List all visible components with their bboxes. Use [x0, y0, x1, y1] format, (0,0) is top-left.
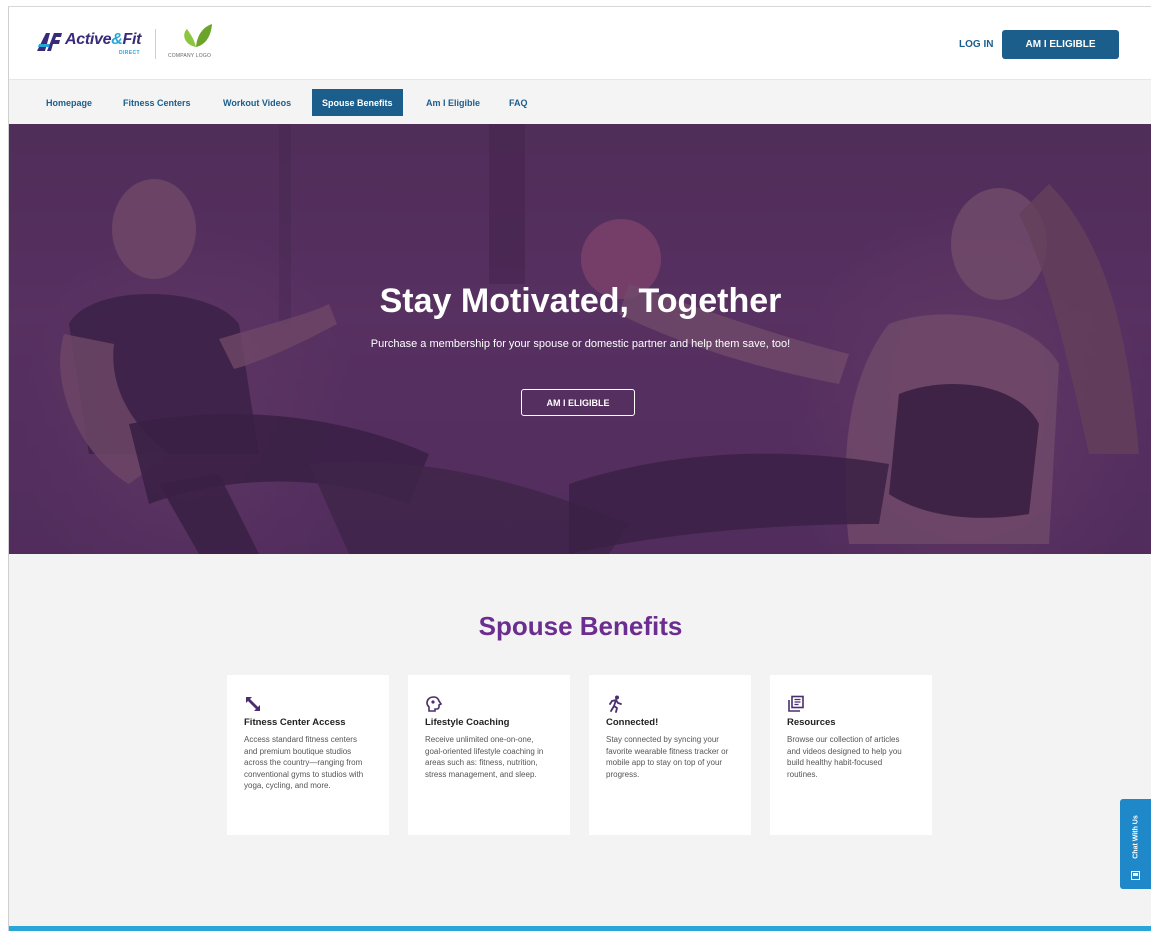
library-books-icon [788, 695, 804, 712]
benefit-card-title: Resources [787, 717, 836, 728]
nav-item-fitness-centers[interactable]: Fitness Centers [113, 89, 201, 116]
hero-am-i-eligible-button[interactable]: AM I ELIGIBLE [521, 389, 635, 416]
logo-subtext: DIRECT [119, 50, 141, 56]
hero-banner: Stay Motivated, Together Purchase a memb… [9, 124, 1151, 554]
logo-wordmark: Active&Fit [65, 31, 142, 48]
footer-accent-bar [9, 926, 1151, 931]
benefit-card-description: Browse our collection of articles and vi… [787, 735, 902, 779]
chat-bubble-icon [1131, 871, 1140, 880]
benefit-card-connected: Connected! Stay connected by syncing you… [589, 675, 751, 835]
site-header: Active&Fit DIRECT COMPANY LOGO LOG IN AM… [9, 7, 1151, 79]
main-nav: Homepage Fitness Centers Workout Videos … [9, 79, 1151, 125]
hero-title: Stay Motivated, Together [379, 282, 782, 320]
af-logo-icon [37, 33, 62, 51]
chat-with-us-tab[interactable]: Chat With Us [1120, 799, 1151, 889]
benefit-card-description: Stay connected by syncing your favorite … [606, 735, 729, 779]
company-logo-label: COMPANY LOGO [168, 53, 212, 59]
benefit-card-title: Fitness Center Access [244, 717, 346, 728]
active-fit-logo[interactable]: Active&Fit DIRECT [35, 29, 143, 59]
section-heading: Spouse Benefits [478, 611, 683, 641]
nav-item-homepage[interactable]: Homepage [36, 89, 102, 116]
nav-item-spouse-benefits[interactable]: Spouse Benefits [312, 89, 403, 116]
benefit-card-title: Lifestyle Coaching [425, 717, 510, 728]
benefit-card-resources: Resources Browse our collection of artic… [770, 675, 932, 835]
benefit-card-description: Access standard fitness centers and prem… [244, 735, 364, 790]
head-brain-icon [426, 696, 443, 712]
running-person-icon [609, 695, 622, 713]
benefit-card-title: Connected! [606, 717, 659, 728]
chat-tab-label: Chat With Us [1132, 815, 1140, 859]
logo-divider [155, 29, 156, 59]
page-frame: Active&Fit DIRECT COMPANY LOGO LOG IN AM… [8, 6, 1151, 931]
benefit-card-lifestyle-coaching: Lifestyle Coaching Receive unlimited one… [408, 675, 570, 835]
nav-item-workout-videos[interactable]: Workout Videos [213, 89, 301, 116]
login-link[interactable]: LOG IN [959, 39, 993, 50]
benefit-card-description: Receive unlimited one-on-one, goal-orien… [425, 735, 544, 779]
am-i-eligible-button[interactable]: AM I ELIGIBLE [1002, 30, 1119, 59]
leaf-icon [184, 24, 212, 47]
company-logo: COMPANY LOGO [167, 23, 227, 63]
hero-subtitle: Purchase a membership for your spouse or… [370, 338, 791, 350]
benefit-card-fitness-center: Fitness Center Access Access standard fi… [227, 675, 389, 835]
expand-arrows-icon [246, 697, 260, 711]
nav-item-am-i-eligible[interactable]: Am I Eligible [416, 89, 490, 116]
nav-item-faq[interactable]: FAQ [499, 89, 538, 116]
